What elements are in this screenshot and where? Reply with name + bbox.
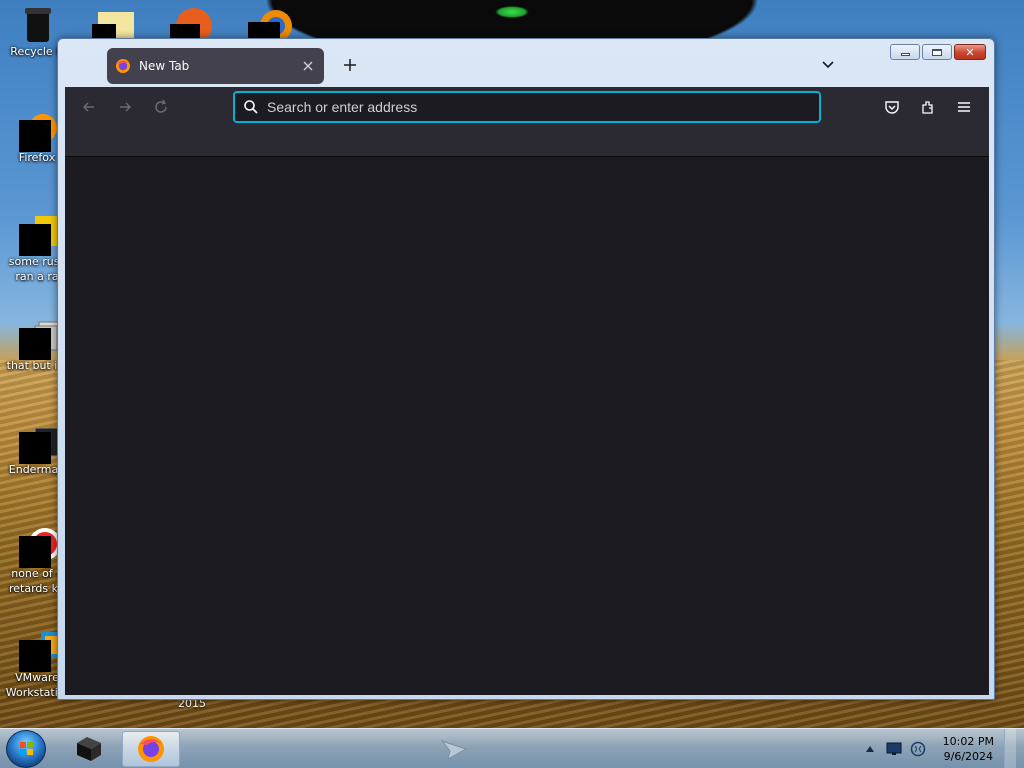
extensions-icon bbox=[922, 101, 933, 114]
reload-icon bbox=[155, 99, 167, 113]
desktop-icon-partial-2[interactable] bbox=[170, 6, 214, 44]
new-tab-button[interactable] bbox=[340, 56, 360, 76]
shortcut-icon bbox=[19, 318, 62, 360]
pocket-icon bbox=[885, 101, 899, 114]
app-menu-button[interactable] bbox=[954, 97, 974, 117]
close-icon bbox=[303, 61, 313, 71]
monitor-icon bbox=[886, 742, 902, 755]
taskbar: 10:02 PM 9/6/2024 bbox=[0, 728, 1024, 768]
redacted-block bbox=[19, 328, 51, 360]
address-input[interactable] bbox=[267, 99, 819, 115]
system-tray: 10:02 PM 9/6/2024 bbox=[861, 729, 1016, 768]
vmware-icon bbox=[19, 630, 63, 672]
list-all-tabs-button[interactable] bbox=[820, 56, 836, 72]
chevron-up-icon bbox=[865, 746, 874, 752]
plus-icon bbox=[344, 59, 356, 71]
desktop-icon-partial-3[interactable] bbox=[248, 8, 292, 42]
back-button[interactable] bbox=[79, 97, 99, 117]
shortcut-icon bbox=[19, 422, 62, 464]
pocket-button[interactable] bbox=[882, 97, 902, 117]
network-tray-button[interactable] bbox=[885, 740, 903, 758]
redacted-block bbox=[19, 224, 51, 256]
menu-icon bbox=[958, 102, 970, 112]
minimize-icon bbox=[900, 52, 910, 56]
chevron-down-icon bbox=[822, 61, 834, 69]
show-desktop-button[interactable] bbox=[1004, 729, 1016, 768]
minimize-button[interactable] bbox=[890, 44, 920, 60]
globe-icon bbox=[910, 741, 925, 757]
close-tab-button[interactable] bbox=[300, 58, 316, 74]
redacted-block bbox=[19, 432, 51, 464]
clock-time: 10:02 PM bbox=[942, 735, 994, 748]
back-icon bbox=[82, 102, 94, 112]
extensions-button[interactable] bbox=[918, 97, 938, 117]
taskbar-clock[interactable]: 10:02 PM 9/6/2024 bbox=[943, 734, 994, 764]
maximize-icon bbox=[932, 48, 942, 56]
redacted-block bbox=[19, 536, 51, 568]
reload-button[interactable] bbox=[151, 97, 171, 117]
address-bar[interactable] bbox=[233, 91, 821, 123]
shortcut-icon bbox=[19, 214, 61, 256]
firefox-shortcut-icon bbox=[19, 110, 57, 152]
paper-plane-icon bbox=[440, 739, 468, 760]
taskbar-center-icon bbox=[440, 737, 468, 764]
forward-icon bbox=[120, 102, 132, 112]
close-window-button[interactable]: ✕ bbox=[954, 44, 986, 60]
page-content[interactable] bbox=[65, 157, 989, 695]
navigation-toolbar bbox=[65, 87, 989, 157]
start-button[interactable] bbox=[6, 730, 46, 768]
redacted-block bbox=[19, 640, 51, 672]
terminal-app-icon bbox=[77, 737, 101, 761]
clock-date: 9/6/2024 bbox=[943, 750, 994, 763]
maximize-button[interactable] bbox=[922, 44, 952, 60]
firefox-icon bbox=[138, 736, 164, 762]
search-icon bbox=[244, 100, 258, 114]
window-controls: ✕ bbox=[890, 44, 986, 60]
taskbar-firefox-app[interactable] bbox=[122, 731, 180, 767]
tray-app-button[interactable] bbox=[909, 740, 927, 758]
redacted-block bbox=[19, 120, 51, 152]
firefox-icon bbox=[116, 59, 130, 73]
taskbar-terminal-app[interactable] bbox=[60, 731, 118, 767]
wallpaper-glow bbox=[495, 6, 529, 18]
recycle-bin-icon bbox=[19, 4, 55, 42]
tab-title: New Tab bbox=[139, 59, 190, 73]
tab-new-tab[interactable]: New Tab bbox=[107, 48, 324, 84]
firefox-window[interactable]: ✕ New Tab bbox=[57, 38, 995, 700]
desktop-icon-partial-1[interactable] bbox=[92, 12, 136, 40]
forward-button[interactable] bbox=[115, 97, 135, 117]
windows-logo-icon bbox=[20, 742, 33, 755]
show-hidden-icons-button[interactable] bbox=[861, 740, 879, 758]
shortcut-icon bbox=[19, 526, 61, 568]
close-icon: ✕ bbox=[965, 45, 975, 59]
